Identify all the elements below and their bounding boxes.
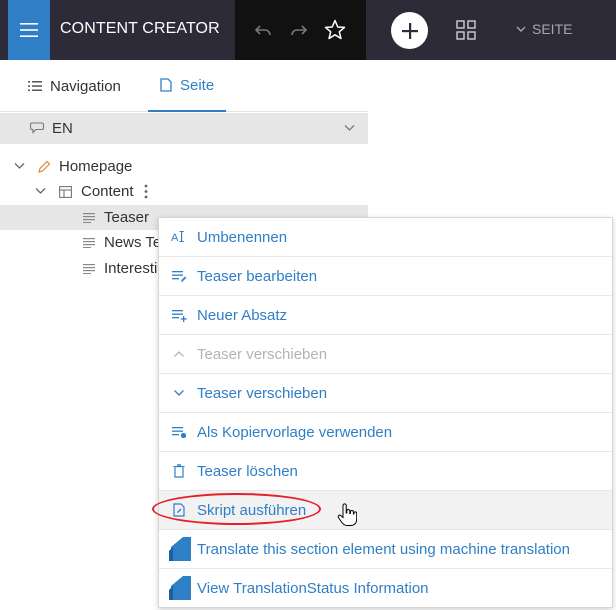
page-menu-label: SEITE <box>532 21 573 37</box>
trash-icon <box>171 463 187 479</box>
menu-item-delete-teaser[interactable]: Teaser löschen <box>159 452 612 491</box>
tree-item-teaser[interactable]: Teaser <box>83 209 149 226</box>
svg-text:A: A <box>171 232 179 244</box>
menu-item-rename[interactable]: A Umbenennen <box>159 218 612 257</box>
menu-item-label: Skript ausführen <box>197 501 307 519</box>
menu-item-label: Teaser verschieben <box>197 384 328 402</box>
more-options-icon[interactable] <box>144 184 148 199</box>
chevron-down-icon[interactable] <box>14 162 25 170</box>
add-paragraph-icon <box>171 307 187 323</box>
page-icon <box>160 78 172 92</box>
speech-bubble-icon <box>30 122 44 134</box>
app-title: CONTENT CREATOR <box>60 20 220 37</box>
translation-status-icon <box>169 576 191 600</box>
tree-row-homepage: Homepage <box>0 154 368 179</box>
tab-seite-label: Seite <box>180 76 215 94</box>
hand-cursor-icon <box>337 503 357 526</box>
menu-item-label: View TranslationStatus Information <box>197 580 429 597</box>
tab-navigation-label: Navigation <box>50 77 121 95</box>
tab-seite[interactable]: Seite <box>148 60 227 112</box>
tree-item-homepage[interactable]: Homepage <box>37 158 132 175</box>
page-menu-dropdown[interactable]: SEITE <box>516 21 572 37</box>
plus-icon <box>401 22 418 39</box>
tree-child-label: Interesti <box>104 260 158 277</box>
tree-child-label: News Te <box>104 234 162 251</box>
menu-item-edit-teaser[interactable]: Teaser bearbeiten <box>159 257 612 296</box>
rename-icon: A <box>171 229 187 245</box>
tree-row-content: Content <box>0 179 368 204</box>
chevron-down-icon <box>171 385 187 401</box>
language-selector[interactable]: EN <box>0 113 368 144</box>
pencil-icon <box>38 160 51 173</box>
menu-item-label: Teaser bearbeiten <box>197 267 318 285</box>
script-icon <box>171 502 187 518</box>
hamburger-icon <box>20 23 38 37</box>
chevron-down-icon[interactable] <box>35 187 46 195</box>
menu-item-label: Teaser verschieben <box>197 345 328 363</box>
tree-content-label: Content <box>81 183 134 200</box>
paragraph-icon <box>83 238 95 248</box>
template-icon <box>171 424 187 440</box>
add-button[interactable] <box>391 12 428 49</box>
context-menu: A Umbenennen Teaser bearbeiten Neuer Abs… <box>158 217 613 608</box>
undo-icon[interactable] <box>251 18 275 42</box>
menu-item-move-up: Teaser verschieben <box>159 335 612 374</box>
menu-item-new-paragraph[interactable]: Neuer Absatz <box>159 296 612 335</box>
redo-icon[interactable] <box>287 18 311 42</box>
menu-item-run-script[interactable]: Skript ausführen <box>159 491 612 530</box>
menu-item-move-down[interactable]: Teaser verschieben <box>159 374 612 413</box>
paragraph-icon <box>83 264 95 274</box>
hamburger-menu-button[interactable] <box>8 0 50 60</box>
chevron-down-icon <box>344 125 355 131</box>
menu-item-label: Teaser löschen <box>197 462 298 480</box>
paragraph-icon <box>83 213 95 223</box>
top-bar: CONTENT CREATOR SEITE <box>0 0 616 60</box>
layout-icon <box>59 185 72 198</box>
tree-child-label: Teaser <box>104 209 150 226</box>
edit-list-icon <box>171 268 187 284</box>
menu-item-label: Als Kopiervorlage verwenden <box>197 423 393 441</box>
tree-item-content[interactable]: Content <box>59 183 134 200</box>
tree-item-news[interactable]: News Te <box>83 234 161 251</box>
menu-item-use-as-template[interactable]: Als Kopiervorlage verwenden <box>159 413 612 452</box>
menu-item-label: Neuer Absatz <box>197 306 288 324</box>
tree-homepage-label: Homepage <box>59 158 133 175</box>
tree-item-interesting[interactable]: Interesti <box>83 260 157 277</box>
sidebar-tabs: Navigation Seite <box>0 60 368 112</box>
menu-item-translation-status[interactable]: View TranslationStatus Information <box>159 569 612 608</box>
language-code: EN <box>52 120 73 137</box>
menu-item-label: Translate this section element using mac… <box>197 540 570 558</box>
chevron-up-icon <box>171 346 187 362</box>
menu-item-label: Umbenennen <box>197 228 288 246</box>
translation-icon <box>169 537 191 561</box>
history-toolbar <box>235 0 366 60</box>
star-icon[interactable] <box>323 18 347 42</box>
tab-navigation[interactable]: Navigation <box>16 60 133 112</box>
list-icon <box>28 81 42 91</box>
dashboard-grid-icon[interactable] <box>455 19 477 41</box>
menu-item-machine-translation[interactable]: Translate this section element using mac… <box>159 530 612 569</box>
chevron-down-icon <box>516 26 526 32</box>
